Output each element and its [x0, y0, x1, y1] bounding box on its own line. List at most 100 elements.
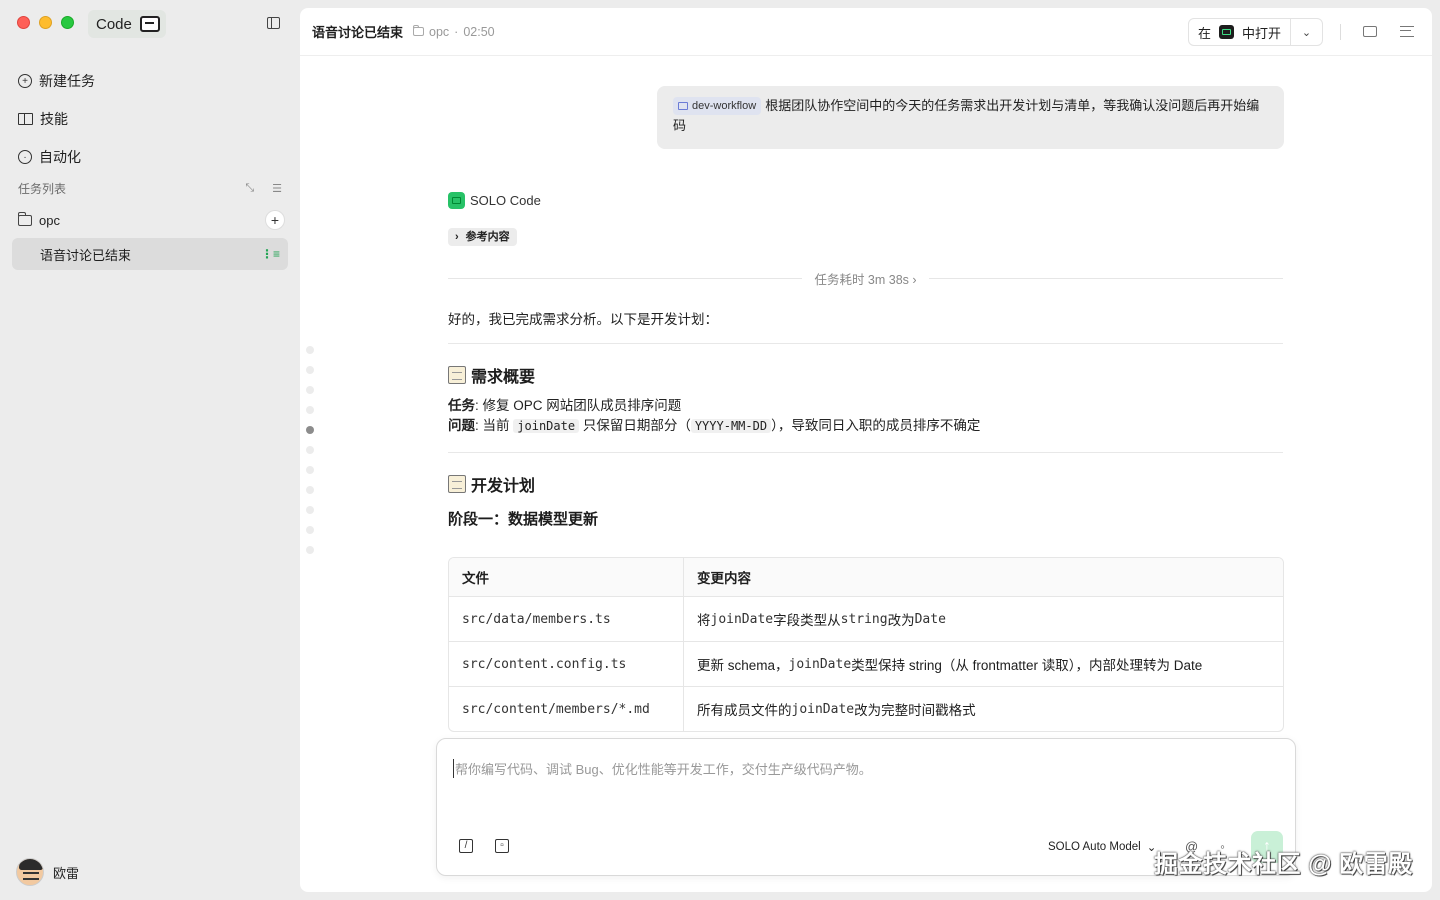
- sidebar-item-label: 技能: [40, 111, 68, 127]
- cell-code: joinDate: [710, 611, 774, 627]
- change-table: 文件 变更内容 src/data/members.ts 将 joinDate 字…: [448, 557, 1284, 732]
- divider: [448, 277, 803, 279]
- file-cell: src/data/members.ts: [449, 597, 684, 641]
- chevron-down-icon[interactable]: ⌄: [1291, 26, 1322, 39]
- main-panel: 语音讨论已结束 opc · 02:50 在 中打开 ⌄ dev-workflow…: [300, 8, 1432, 892]
- slash-command-icon[interactable]: /: [459, 839, 473, 853]
- duration-text: 任务耗时 3m 38s ›: [814, 272, 917, 287]
- phase-heading: 阶段一：数据模型更新: [448, 511, 599, 528]
- book-icon: [18, 113, 33, 125]
- change-cell: 所有成员文件的 joinDate 改为完整时间戳格式: [684, 687, 1283, 731]
- cell-code: joinDate: [788, 656, 852, 672]
- user-profile[interactable]: 欧雷: [16, 858, 79, 886]
- scroll-dot[interactable]: [306, 346, 314, 354]
- app-window: Code + 新建任务 技能 · 自动化 任务列表 ⤡ ☰ opc + 语音讨论…: [0, 0, 1440, 900]
- minimize-window-button[interactable]: [39, 16, 52, 29]
- task-list-icon: ⋮≡: [260, 247, 280, 261]
- folder-label: opc: [39, 212, 60, 228]
- scroll-dot[interactable]: [306, 526, 314, 534]
- divider: [448, 452, 1283, 453]
- top-bar: 语音讨论已结束 opc · 02:50 在 中打开 ⌄: [300, 8, 1432, 56]
- clipboard-icon: [448, 366, 466, 384]
- sidebar-item-label: 新建任务: [39, 73, 95, 89]
- maximize-window-button[interactable]: [61, 16, 74, 29]
- issue-text: : 当前: [475, 418, 514, 433]
- divider: [928, 277, 1284, 279]
- cell-text: 类型保持 string（从 frontmatter 读取），内部处理转为 Dat…: [851, 658, 1203, 673]
- solo-logo-icon: [448, 192, 465, 209]
- scroll-dot[interactable]: [306, 386, 314, 394]
- table-header-row: 文件 变更内容: [449, 558, 1283, 596]
- task-label: 语音讨论已结束: [40, 247, 132, 263]
- user-message: dev-workflow 根据团队协作空间中的今天的任务需求出开发计划与清单，等…: [657, 86, 1284, 149]
- table-row: src/content.config.ts 更新 schema， joinDat…: [449, 641, 1283, 686]
- reference-label: 参考内容: [465, 231, 510, 243]
- task-list-item[interactable]: 语音讨论已结束 ⋮≡: [12, 238, 288, 270]
- task-line: 任务: 修复 OPC 网站团队成员排序问题: [448, 396, 681, 416]
- cell-text: 更新 schema，: [697, 658, 789, 673]
- sidebar-nav: + 新建任务 技能 · 自动化: [18, 62, 288, 176]
- model-selector[interactable]: SOLO Auto Model ⌄: [1048, 840, 1156, 854]
- image-upload-icon[interactable]: ▫: [495, 839, 509, 853]
- scroll-dot-active[interactable]: [306, 426, 314, 434]
- scroll-dot[interactable]: [306, 506, 314, 514]
- reference-toggle[interactable]: › 参考内容: [448, 228, 517, 246]
- app-switcher[interactable]: Code: [88, 10, 166, 38]
- sidebar-item-skills[interactable]: 技能: [18, 100, 288, 138]
- open-prefix: 在: [1198, 25, 1212, 41]
- sidebar-toggle-icon[interactable]: [267, 17, 280, 29]
- close-window-button[interactable]: [17, 16, 30, 29]
- task-meta: opc · 02:50: [412, 24, 495, 39]
- sidebar: Code + 新建任务 技能 · 自动化 任务列表 ⤡ ☰ opc + 语音讨论…: [0, 0, 300, 900]
- folder-icon: [412, 25, 425, 36]
- panel-menu-icon[interactable]: [1400, 26, 1414, 37]
- sidebar-item-automation[interactable]: · 自动化: [18, 138, 288, 176]
- collapse-icon[interactable]: ⤡: [245, 182, 254, 195]
- open-suffix: 中打开: [1242, 25, 1282, 41]
- clock-icon: ·: [18, 150, 32, 164]
- scroll-dot[interactable]: [306, 366, 314, 374]
- change-cell: 将 joinDate 字段类型从 string 改为 Date: [684, 597, 1283, 641]
- cell-text: 改为: [887, 613, 915, 628]
- skill-chip[interactable]: dev-workflow: [673, 97, 762, 115]
- sidebar-item-new-task[interactable]: + 新建任务: [18, 62, 288, 100]
- window-controls: [17, 16, 74, 29]
- cell-text: 改为完整时间戳格式: [854, 703, 976, 718]
- duration-label: 任务耗时 3m 38s: [814, 272, 909, 287]
- open-in-main[interactable]: 在 中打开: [1189, 19, 1292, 45]
- change-cell: 更新 schema， joinDate 类型保持 string（从 frontm…: [684, 642, 1283, 686]
- tasks-header-label: 任务列表: [18, 181, 67, 196]
- cell-code: Date: [914, 611, 946, 627]
- open-in-button[interactable]: 在 中打开 ⌄: [1188, 18, 1323, 46]
- filter-icon[interactable]: ☰: [272, 182, 282, 195]
- assistant-header: SOLO Code: [448, 192, 541, 209]
- task-text: : 修复 OPC 网站团队成员排序问题: [475, 398, 682, 413]
- new-task-icon: +: [18, 74, 32, 88]
- task-duration[interactable]: 任务耗时 3m 38s ›: [448, 270, 1284, 287]
- terminal-icon: [139, 16, 160, 32]
- terminal-panel-icon[interactable]: [1363, 26, 1377, 37]
- issue-text: 只保留日期部分（: [579, 418, 691, 433]
- task-label: 任务: [448, 398, 475, 413]
- inline-code: YYYY-MM-DD: [690, 419, 772, 433]
- scroll-dot[interactable]: [306, 406, 314, 414]
- scroll-dot[interactable]: [306, 486, 314, 494]
- composer-input[interactable]: 帮你编写代码、调试 Bug、优化性能等开发工作，交付生产级代码产物。: [453, 759, 872, 778]
- watermark: 掘金技术社区 @ 欧雷殿: [1154, 851, 1413, 878]
- table-row: src/content/members/*.md 所有成员文件的 joinDat…: [449, 686, 1283, 731]
- scroll-dot[interactable]: [306, 446, 314, 454]
- user-name: 欧雷: [53, 865, 80, 881]
- page-title: 语音讨论已结束: [312, 25, 404, 40]
- section-heading-text: 开发计划: [471, 478, 536, 495]
- scroll-navigator[interactable]: [306, 346, 314, 554]
- file-cell: src/content.config.ts: [449, 642, 684, 686]
- meta-folder: opc: [429, 24, 450, 39]
- scroll-dot[interactable]: [306, 466, 314, 474]
- scroll-dot[interactable]: [306, 546, 314, 554]
- project-folder[interactable]: opc +: [17, 209, 284, 231]
- model-label: SOLO Auto Model: [1048, 841, 1141, 853]
- app-name: Code: [96, 15, 132, 33]
- toolbar-divider: [1340, 24, 1341, 40]
- add-task-button[interactable]: +: [266, 211, 284, 229]
- section-heading-text: 需求概要: [471, 369, 536, 386]
